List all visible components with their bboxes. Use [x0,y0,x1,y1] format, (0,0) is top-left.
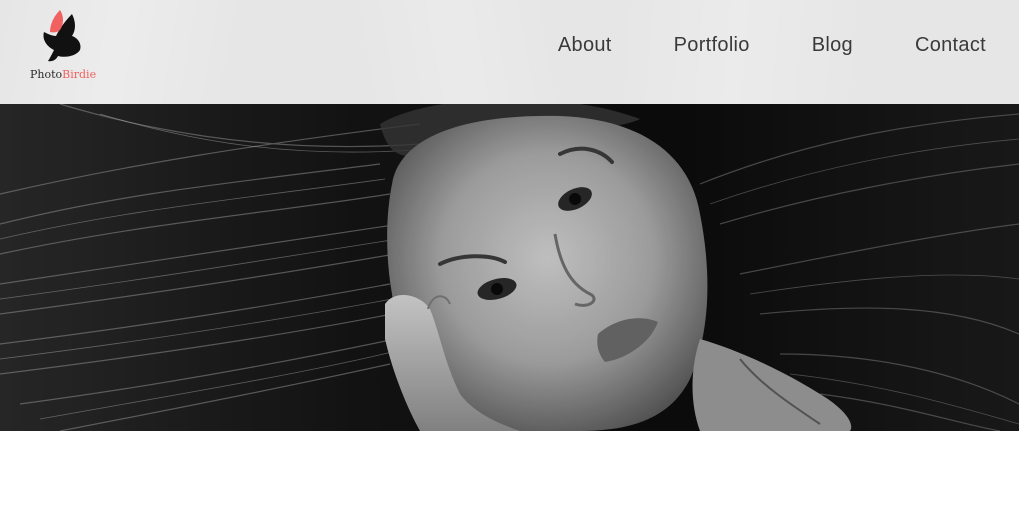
site-header: PhotoBirdie About Portfolio Blog Contact [0,0,1019,104]
logo-text-birdie: Birdie [62,68,97,81]
logo-wordmark: PhotoBirdie [30,68,96,81]
nav-contact[interactable]: Contact [915,34,986,57]
bird-logo-icon [43,10,81,62]
hero-portrait-image [0,104,1019,431]
logo-text-photo: Photo [30,68,63,81]
nav-blog[interactable]: Blog [812,34,853,57]
page: PhotoBirdie About Portfolio Blog Contact [0,0,1024,526]
nav-portfolio[interactable]: Portfolio [674,34,750,57]
hero-banner [0,104,1019,431]
site-logo[interactable]: PhotoBirdie [28,6,98,86]
main-nav: About Portfolio Blog Contact [558,34,986,57]
nav-about[interactable]: About [558,34,612,57]
